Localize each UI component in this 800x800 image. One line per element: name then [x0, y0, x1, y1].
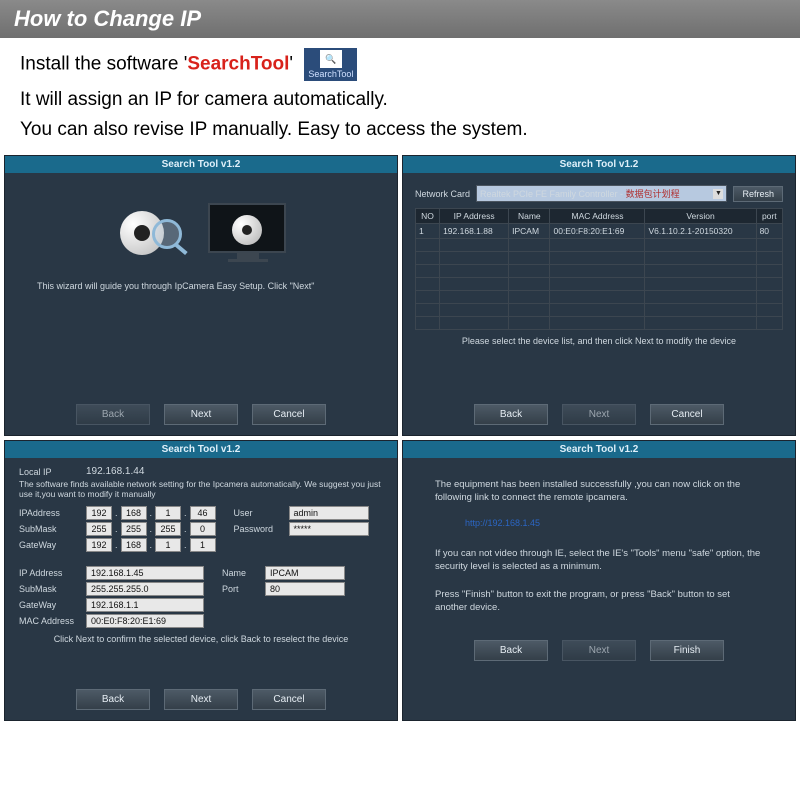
device-list-hint: Please select the device list, and then … [415, 336, 783, 346]
port-value: 80 [265, 582, 345, 596]
submask2-value: 255.255.255.0 [86, 582, 204, 596]
magnifier-icon: 🔍 [320, 50, 342, 68]
local-ip-label: Local IP [19, 467, 83, 477]
port-label: Port [222, 584, 262, 594]
password-input[interactable]: ***** [289, 522, 369, 536]
password-label: Password [234, 524, 286, 534]
next-button[interactable]: Next [562, 404, 636, 425]
ipaddress-label: IPAddress [19, 508, 83, 518]
gateway2-label: GateWay [19, 600, 83, 610]
ipaddress2-value: 192.168.1.45 [86, 566, 204, 580]
local-ip-value: 192.168.1.44 [86, 466, 144, 477]
name-label: Name [222, 568, 262, 578]
finish-panel: Search Tool v1.2 The equipment has been … [402, 440, 796, 721]
cancel-button[interactable]: Cancel [252, 404, 326, 425]
back-button[interactable]: Back [76, 404, 150, 425]
next-button[interactable]: Next [562, 640, 636, 661]
device-list-panel: Search Tool v1.2 Network Card Realtek PC… [402, 155, 796, 436]
intro-line1-c: ' [289, 54, 293, 75]
back-button[interactable]: Back [474, 640, 548, 661]
searchtool-name: SearchTool [187, 54, 289, 75]
col-no: NO [416, 209, 440, 224]
user-label: User [234, 508, 286, 518]
next-button[interactable]: Next [164, 404, 238, 425]
refresh-button[interactable]: Refresh [733, 186, 783, 202]
ipaddress2-label: IP Address [19, 568, 83, 578]
ie-hint: If you can not video through IE, select … [435, 547, 763, 574]
gateway2-value: 192.168.1.1 [86, 598, 204, 612]
col-mac: MAC Address [550, 209, 645, 224]
intro-line3: You can also revise IP manually. Easy to… [20, 119, 780, 141]
back-button[interactable]: Back [474, 404, 548, 425]
col-name: Name [509, 209, 550, 224]
monitor-icon [208, 203, 288, 267]
camera-search-icon [114, 203, 184, 263]
network-card-select[interactable]: Realtek PCIe FE Family Controller - 数据包计… [476, 185, 727, 202]
cancel-button[interactable]: Cancel [650, 404, 724, 425]
mac-label: MAC Address [19, 616, 83, 626]
col-version: Version [645, 209, 756, 224]
name-value: IPCAM [265, 566, 345, 580]
next-button[interactable]: Next [164, 689, 238, 710]
settings-desc: The software finds available network set… [19, 479, 383, 499]
table-row[interactable]: 1 192.168.1.88 IPCAM 00:E0:F8:20:E1:69 V… [416, 224, 783, 239]
window-title: Search Tool v1.2 [403, 156, 795, 173]
window-title: Search Tool v1.2 [5, 441, 397, 458]
user-input[interactable]: admin [289, 506, 369, 520]
intro-line2: It will assign an IP for camera automati… [20, 89, 780, 111]
col-port: port [756, 209, 782, 224]
device-table[interactable]: NO IP Address Name MAC Address Version p… [415, 208, 783, 330]
nc-value: Realtek PCIe FE Family Controller - [480, 189, 626, 199]
network-settings-panel: Search Tool v1.2 Local IP192.168.1.44 Th… [4, 440, 398, 721]
confirm-hint: Click Next to confirm the selected devic… [19, 634, 383, 644]
network-card-label: Network Card [415, 189, 470, 199]
cancel-button[interactable]: Cancel [252, 689, 326, 710]
wizard-intro-text: This wizard will guide you through IpCam… [37, 281, 365, 293]
finish-hint: Press "Finish" button to exit the progra… [435, 588, 763, 615]
nc-value-cn: 数据包计划程 [626, 189, 680, 199]
submask2-label: SubMask [19, 584, 83, 594]
searchtool-desktop-icon[interactable]: 🔍 SearchTool [304, 48, 357, 81]
intro-line1-a: Install the software ' [20, 54, 187, 75]
back-button[interactable]: Back [76, 689, 150, 710]
chevron-down-icon: ▼ [713, 189, 723, 199]
finish-button[interactable]: Finish [650, 640, 724, 661]
mac-value: 00:E0:F8:20:E1:69 [86, 614, 204, 628]
page-title: How to Change IP [0, 0, 800, 38]
window-title: Search Tool v1.2 [403, 441, 795, 458]
desktop-icon-label: SearchTool [308, 69, 353, 79]
intro-block: Install the software 'SearchTool' 🔍 Sear… [0, 38, 800, 155]
col-ip: IP Address [440, 209, 509, 224]
window-title: Search Tool v1.2 [5, 156, 397, 173]
submask-label: SubMask [19, 524, 83, 534]
success-msg: The equipment has been installed success… [435, 478, 763, 505]
gateway-label: GateWay [19, 540, 83, 550]
wizard-step1-panel: Search Tool v1.2 This wizard will guide … [4, 155, 398, 436]
camera-link[interactable]: http://192.168.1.45 [465, 517, 763, 530]
ip-seg[interactable]: 192 [86, 506, 112, 520]
